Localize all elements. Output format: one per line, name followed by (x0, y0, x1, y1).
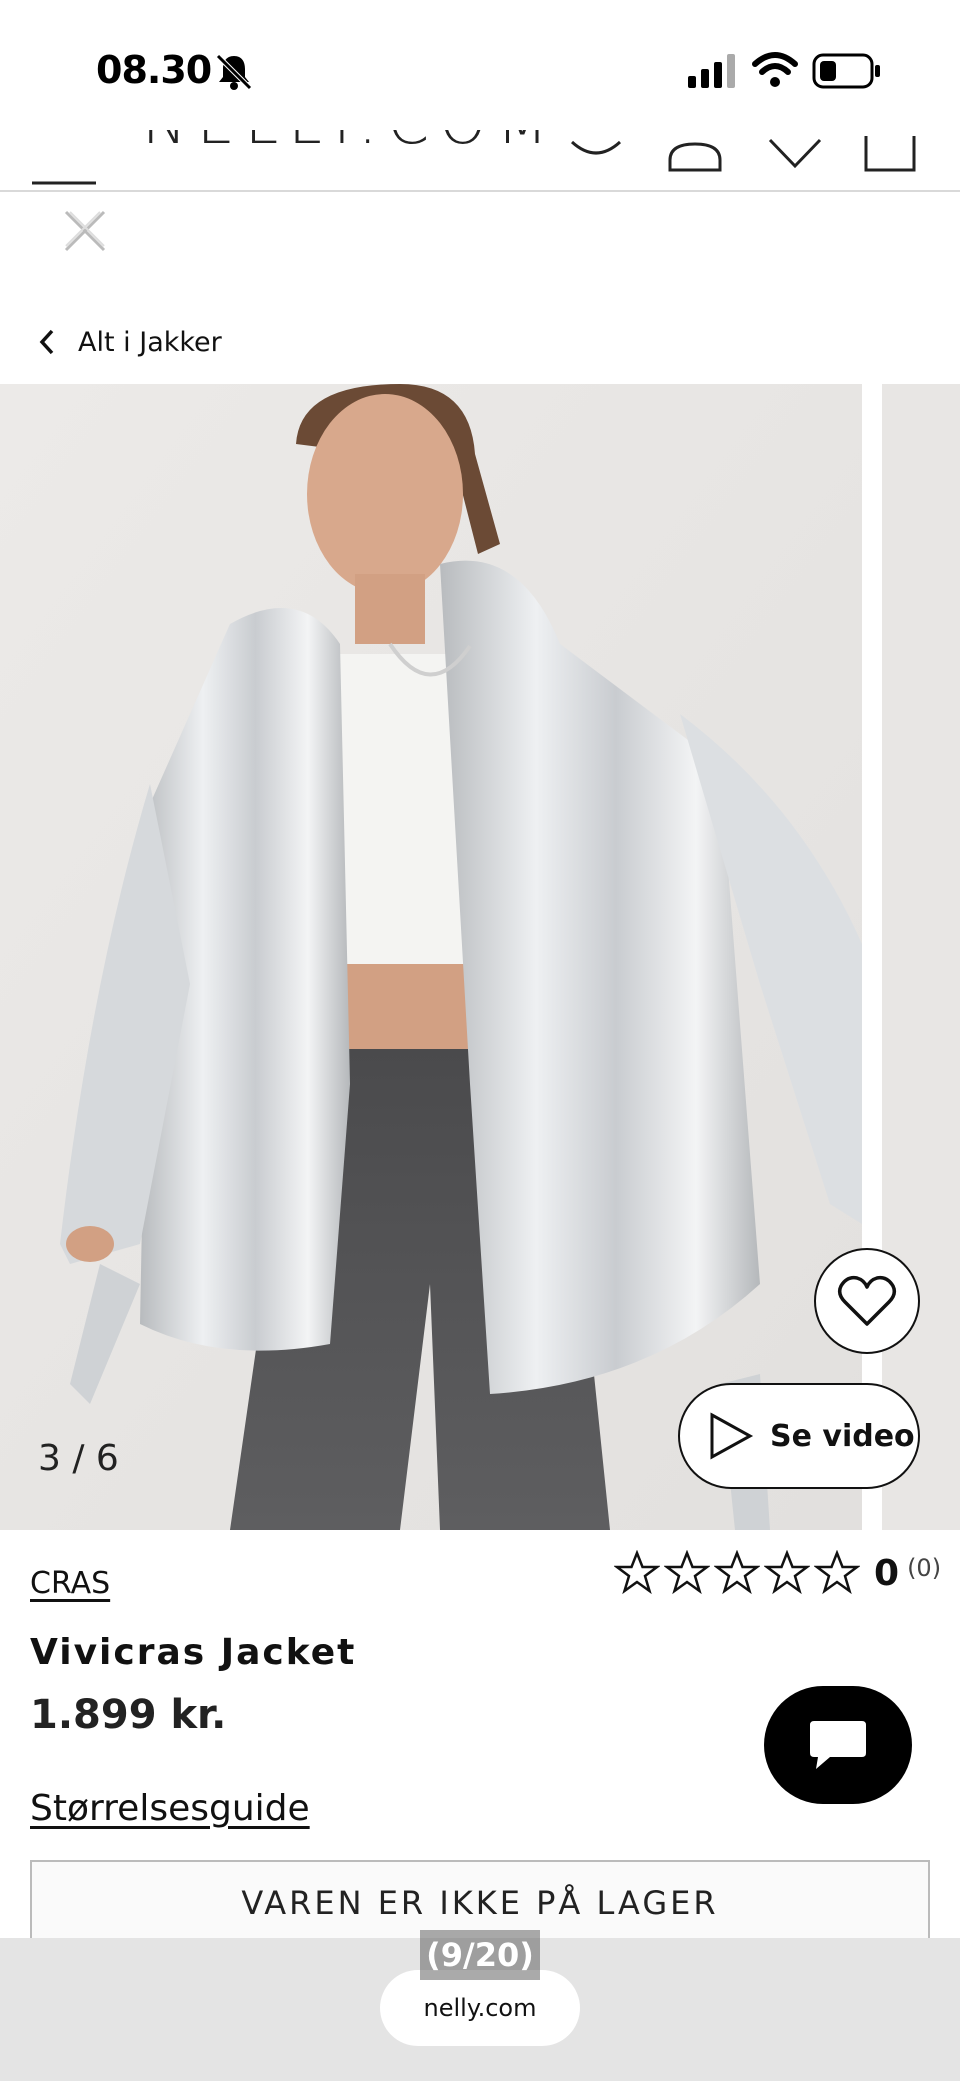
search-icon[interactable] (566, 130, 626, 170)
image-counter: 3 / 6 (38, 1438, 119, 1479)
site-logo[interactable]: NELLY.COM (142, 130, 558, 158)
site-header: NELLY.COM (0, 130, 960, 192)
chat-button[interactable] (764, 1686, 912, 1804)
chevron-left-icon (39, 329, 54, 355)
next-product-image[interactable] (882, 384, 960, 1530)
product-image[interactable] (0, 384, 862, 1530)
product-price: 1.899 kr. (30, 1692, 227, 1738)
close-icon[interactable] (62, 208, 108, 254)
wifi-icon (752, 52, 798, 87)
url-bar[interactable]: nelly.com (380, 1970, 580, 2046)
status-time: 08.30 (96, 48, 212, 92)
wishlist-button[interactable] (814, 1248, 920, 1354)
cellular-signal-icon (688, 54, 735, 88)
battery-icon (812, 53, 880, 89)
bell-muted-icon (216, 54, 252, 90)
rating-value: 0 (874, 1552, 900, 1594)
status-bar: 08.30 (0, 0, 960, 130)
url-label: nelly.com (423, 1994, 537, 2022)
rating-count: (0) (907, 1554, 942, 1582)
product-rating[interactable]: 0 (0) (614, 1550, 941, 1596)
menu-icon[interactable] (32, 156, 96, 186)
heart-outline-icon (837, 1275, 897, 1326)
star-icon (714, 1550, 760, 1595)
star-icon (614, 1550, 660, 1595)
size-guide-link[interactable]: Størrelsesguide (30, 1788, 310, 1829)
video-label: Se video (770, 1418, 915, 1454)
star-icon (814, 1550, 860, 1595)
brand-link[interactable]: CRAS (30, 1566, 110, 1601)
chat-icon (810, 1721, 866, 1769)
product-gallery[interactable]: 3 / 6 Se video (0, 384, 960, 1530)
page-indicator: (9/20) (420, 1930, 540, 1980)
stock-status-label: VAREN ER IKKE PÅ LAGER (241, 1884, 719, 1922)
star-icon (764, 1550, 810, 1595)
breadcrumb-label: Alt i Jakker (78, 326, 222, 358)
heart-icon[interactable] (764, 130, 826, 172)
product-title: Vivicras Jacket (30, 1632, 357, 1673)
star-icon (664, 1550, 710, 1595)
user-icon[interactable] (664, 130, 726, 172)
video-button[interactable]: Se video (678, 1383, 920, 1489)
bag-icon[interactable] (862, 130, 918, 172)
play-icon (710, 1412, 754, 1460)
breadcrumb[interactable]: Alt i Jakker (36, 322, 222, 362)
